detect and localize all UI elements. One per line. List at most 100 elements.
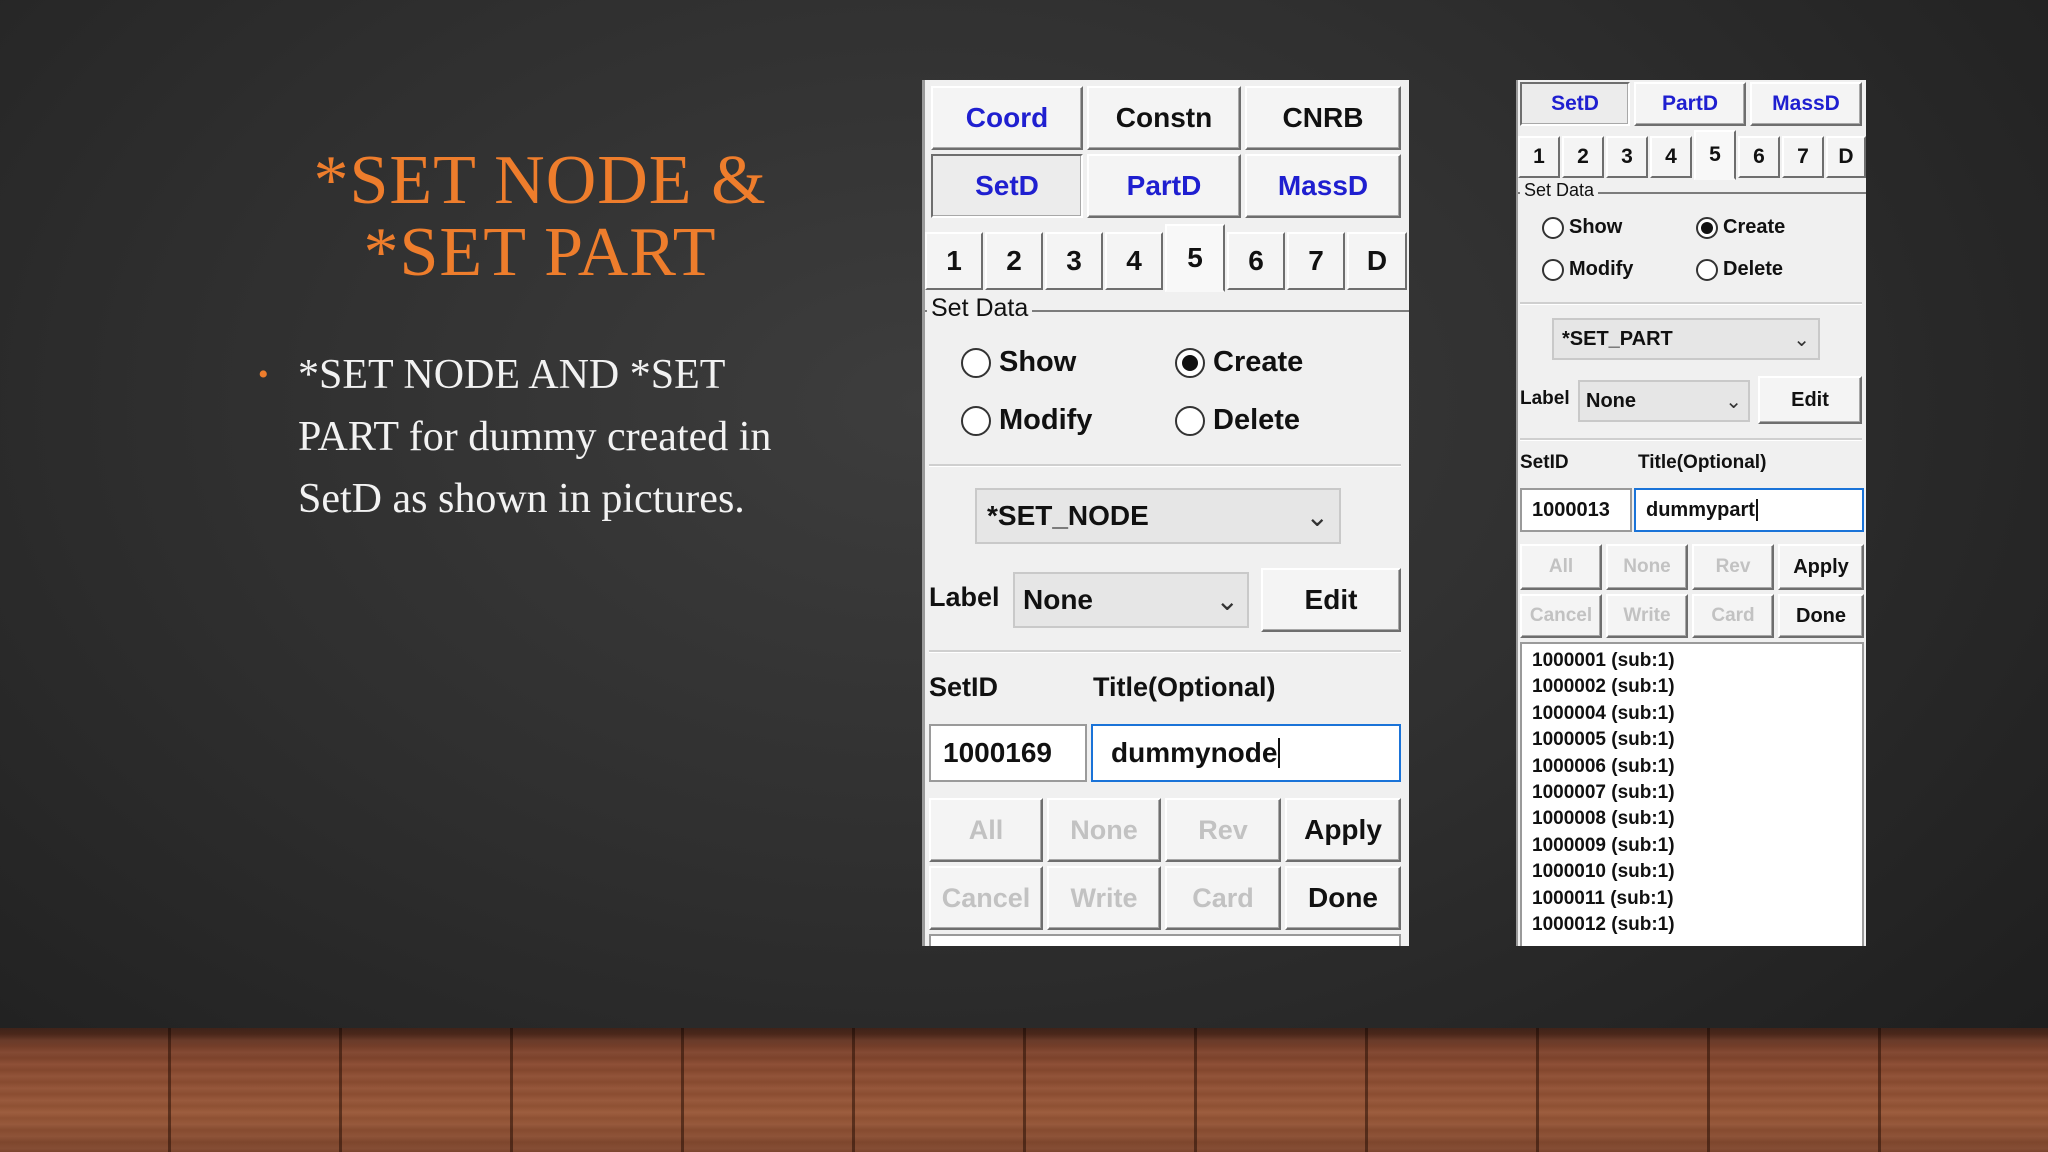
- slide-title: *SET NODE & *SET PART: [240, 145, 840, 289]
- setid-caption: SetID: [1520, 452, 1569, 473]
- setd-button[interactable]: SetD: [931, 154, 1083, 218]
- setid-field[interactable]: 1000013: [1520, 488, 1632, 532]
- tab-5[interactable]: 5: [1694, 130, 1736, 180]
- setid-value: 1000013: [1532, 498, 1610, 521]
- list-item[interactable]: 1000005 (sub:1): [1532, 727, 1852, 753]
- list-item[interactable]: 1000012 (sub:1): [1532, 912, 1852, 938]
- title-value: dummypart: [1646, 498, 1755, 521]
- label-select-value: None: [1023, 584, 1093, 615]
- rev-button[interactable]: Rev: [1165, 798, 1281, 862]
- write-button[interactable]: Write: [1606, 594, 1688, 638]
- bullet-point: • *SET NODE AND *SET PART for dummy crea…: [258, 344, 818, 530]
- partd-button[interactable]: PartD: [1634, 82, 1746, 126]
- radio-delete[interactable]: Delete: [1175, 404, 1300, 437]
- coord-button[interactable]: Coord: [931, 86, 1083, 150]
- label-select[interactable]: None ⌄: [1013, 572, 1249, 628]
- rev-button[interactable]: Rev: [1692, 544, 1774, 590]
- separator: [1520, 302, 1862, 305]
- set-list[interactable]: [929, 934, 1401, 946]
- label-caption: Label: [1520, 388, 1570, 409]
- radio-delete[interactable]: Delete: [1696, 258, 1783, 281]
- slide-title-line1: *SET NODE &: [313, 142, 767, 219]
- list-item[interactable]: 1000002 (sub:1): [1532, 674, 1852, 700]
- radio-selected-icon: [1175, 347, 1205, 378]
- massd-button[interactable]: MassD: [1245, 154, 1401, 218]
- radio-circle-icon: [1175, 405, 1205, 436]
- set-list[interactable]: 1000001 (sub:1) 1000002 (sub:1) 1000004 (s…: [1520, 642, 1864, 946]
- list-item[interactable]: 1000010 (sub:1): [1532, 859, 1852, 885]
- radio-create-label: Create: [1213, 346, 1304, 378]
- tab-2[interactable]: 2: [985, 232, 1043, 290]
- all-button[interactable]: All: [929, 798, 1043, 862]
- write-button[interactable]: Write: [1047, 866, 1161, 930]
- none-button[interactable]: None: [1606, 544, 1688, 590]
- radio-create[interactable]: Create: [1696, 216, 1785, 239]
- keyword-select[interactable]: *SET_PART ⌄: [1552, 318, 1820, 360]
- label-caption: Label: [929, 582, 1000, 612]
- setd-button[interactable]: SetD: [1520, 82, 1630, 126]
- chevron-down-icon: ⌄: [1793, 328, 1810, 351]
- apply-button[interactable]: Apply: [1778, 544, 1864, 590]
- group-label: Set Data: [927, 294, 1033, 323]
- keyword-select-value: *SET_NODE: [987, 500, 1149, 531]
- done-button[interactable]: Done: [1778, 594, 1864, 638]
- tab-4[interactable]: 4: [1650, 136, 1692, 178]
- tab-7[interactable]: 7: [1287, 232, 1345, 290]
- tab-1[interactable]: 1: [1518, 136, 1560, 178]
- apply-button[interactable]: Apply: [1285, 798, 1401, 862]
- card-button[interactable]: Card: [1165, 866, 1281, 930]
- list-item[interactable]: 1000006 (sub:1): [1532, 754, 1852, 780]
- radio-circle-icon: [1542, 258, 1564, 281]
- label-select[interactable]: None ⌄: [1578, 380, 1750, 422]
- partd-button[interactable]: PartD: [1087, 154, 1241, 218]
- tab-7[interactable]: 7: [1782, 136, 1824, 178]
- radio-show[interactable]: Show: [1542, 216, 1622, 239]
- list-item[interactable]: 1000001 (sub:1): [1532, 648, 1852, 674]
- list-item[interactable]: 1000009 (sub:1): [1532, 833, 1852, 859]
- tab-4[interactable]: 4: [1105, 232, 1163, 290]
- constn-button[interactable]: Constn: [1087, 86, 1241, 150]
- radio-circle-icon: [961, 405, 991, 436]
- setid-field[interactable]: 1000169: [929, 724, 1087, 782]
- cancel-button[interactable]: Cancel: [1520, 594, 1602, 638]
- radio-circle-icon: [1542, 216, 1564, 239]
- radio-modify[interactable]: Modify: [961, 404, 1092, 437]
- keyword-select-value: *SET_PART: [1562, 327, 1673, 350]
- card-button[interactable]: Card: [1692, 594, 1774, 638]
- title-field[interactable]: dummynode: [1091, 724, 1401, 782]
- setid-caption: SetID: [929, 672, 999, 702]
- tab-6[interactable]: 6: [1738, 136, 1780, 178]
- keyword-select[interactable]: *SET_NODE ⌄: [975, 488, 1341, 544]
- massd-button[interactable]: MassD: [1750, 82, 1862, 126]
- cnrb-button[interactable]: CNRB: [1245, 86, 1401, 150]
- tab-1[interactable]: 1: [925, 232, 983, 290]
- tab-d[interactable]: D: [1826, 136, 1866, 178]
- list-item[interactable]: 1000008 (sub:1): [1532, 806, 1852, 832]
- all-button[interactable]: All: [1520, 544, 1602, 590]
- radio-show[interactable]: Show: [961, 346, 1076, 379]
- radio-delete-label: Delete: [1213, 404, 1301, 436]
- tab-6[interactable]: 6: [1227, 232, 1285, 290]
- title-caption: Title(Optional): [1093, 672, 1276, 702]
- radio-modify-label: Modify: [999, 404, 1093, 436]
- tab-5[interactable]: 5: [1165, 224, 1225, 292]
- radio-create[interactable]: Create: [1175, 346, 1303, 379]
- radio-create-label: Create: [1723, 216, 1786, 238]
- edit-button[interactable]: Edit: [1758, 376, 1862, 424]
- radio-modify[interactable]: Modify: [1542, 258, 1633, 281]
- list-item[interactable]: 1000011 (sub:1): [1532, 886, 1852, 912]
- edit-button[interactable]: Edit: [1261, 568, 1401, 632]
- text-cursor: [1278, 738, 1281, 768]
- none-button[interactable]: None: [1047, 798, 1161, 862]
- tab-d[interactable]: D: [1347, 232, 1407, 290]
- cancel-button[interactable]: Cancel: [929, 866, 1043, 930]
- done-button[interactable]: Done: [1285, 866, 1401, 930]
- radio-circle-icon: [1696, 258, 1718, 281]
- list-item[interactable]: 1000004 (sub:1): [1532, 701, 1852, 727]
- tab-2[interactable]: 2: [1562, 136, 1604, 178]
- title-field[interactable]: dummypart: [1634, 488, 1864, 532]
- tab-3[interactable]: 3: [1045, 232, 1103, 290]
- radio-selected-icon: [1696, 216, 1718, 239]
- tab-3[interactable]: 3: [1606, 136, 1648, 178]
- list-item[interactable]: 1000007 (sub:1): [1532, 780, 1852, 806]
